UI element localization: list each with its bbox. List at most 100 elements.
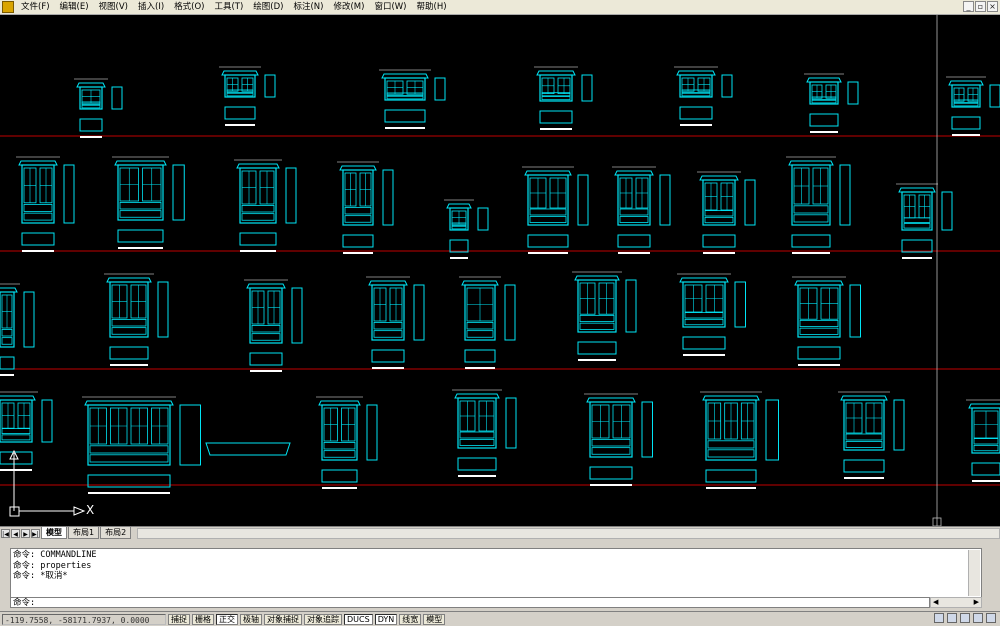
command-history-scrollbar[interactable]: [968, 550, 980, 596]
osnap-toggle[interactable]: 对象捕捉: [264, 613, 302, 625]
cabinet-linework: [21, 164, 55, 224]
cad-drawing-canvas[interactable]: [0, 15, 1000, 526]
menu-tools[interactable]: 工具(T): [209, 0, 248, 14]
cabinet-linework: [791, 234, 831, 248]
cabinet-linework: [23, 291, 35, 348]
cabinet-linework: [246, 283, 286, 289]
restore-button[interactable]: ▫: [975, 1, 986, 12]
cabinet-linework: [953, 102, 979, 107]
cabinet-linework: [625, 279, 637, 333]
menu-format[interactable]: 格式(O): [169, 0, 209, 14]
cabinet-linework: [172, 164, 185, 221]
cabinet-linework: [524, 170, 572, 176]
ducs-toggle[interactable]: DUCS: [344, 613, 373, 625]
menu-file[interactable]: 文件(F): [16, 0, 55, 14]
lineweight-toggle[interactable]: 线宽: [399, 613, 422, 625]
grid-toggle[interactable]: 栅格: [192, 613, 214, 625]
menu-help[interactable]: 帮助(H): [412, 0, 452, 14]
tab-layout1[interactable]: 布局1: [68, 527, 100, 539]
cabinet-linework: [81, 104, 101, 109]
cabinet-linework: [239, 167, 277, 224]
cabinet-linework: [0, 356, 15, 370]
cabinet-linework: [454, 393, 500, 399]
cabinet-linework: [157, 281, 169, 338]
cabinet-linework: [971, 462, 1000, 476]
autocad-app-icon[interactable]: [2, 1, 14, 13]
tab-layout2[interactable]: 布局2: [100, 527, 132, 539]
cabinet-linework: [109, 346, 149, 360]
cabinet-linework: [1, 428, 31, 434]
cabinet-linework: [581, 74, 593, 102]
cabinet-elevation: [838, 391, 905, 479]
menu-window[interactable]: 窗口(W): [369, 0, 411, 14]
snap-toggle[interactable]: 捕捉: [168, 613, 190, 625]
menu-dimension[interactable]: 标注(N): [288, 0, 328, 14]
cabinet-linework: [505, 397, 517, 449]
cabinet-linework: [765, 399, 779, 461]
menu-edit[interactable]: 编辑(E): [55, 0, 94, 14]
command-history-line: 命令: properties: [13, 560, 92, 571]
cabinet-linework: [791, 164, 831, 226]
cabinet-linework: [702, 234, 736, 248]
cabinet-linework: [797, 346, 841, 360]
cabinet-linework: [111, 318, 147, 327]
annotation-scale-icon[interactable]: [960, 613, 970, 623]
cabinet-linework: [249, 287, 283, 344]
cabinet-linework: [344, 215, 372, 223]
close-button[interactable]: ×: [987, 1, 998, 12]
cabinet-linework: [799, 327, 839, 335]
cabinet-elevation: [584, 393, 653, 486]
cabinet-linework: [382, 169, 394, 226]
menu-insert[interactable]: 插入(I): [133, 0, 169, 14]
command-input-scrollbar[interactable]: ◀ ▶: [930, 597, 982, 608]
cabinet-linework: [903, 223, 931, 229]
cabinet-linework: [114, 160, 167, 166]
cabinet-elevation: [896, 183, 953, 259]
menu-view[interactable]: 视图(V): [94, 0, 133, 14]
minimize-button[interactable]: _: [963, 1, 974, 12]
table-plan-outline: [205, 442, 291, 456]
lock-icon[interactable]: [947, 613, 957, 623]
otrack-toggle[interactable]: 对象追踪: [304, 613, 342, 625]
cabinet-linework: [682, 336, 726, 350]
cabinet-linework: [901, 191, 933, 231]
tab-prev-button[interactable]: ◀: [11, 528, 20, 538]
comm-center-icon[interactable]: [934, 613, 944, 623]
tab-last-button[interactable]: ▶|: [31, 528, 40, 538]
cabinet-linework: [451, 225, 467, 230]
tab-model[interactable]: 模型: [41, 527, 67, 539]
model-toggle[interactable]: 模型: [423, 613, 446, 625]
scroll-left-arrow-icon[interactable]: ◀: [933, 598, 938, 607]
cabinet-linework: [793, 214, 829, 223]
clean-screen-icon[interactable]: [986, 613, 996, 623]
menu-modify[interactable]: 修改(M): [328, 0, 369, 14]
cabinet-linework: [117, 164, 164, 221]
cabinet-linework: [466, 321, 494, 330]
cabinet-linework: [89, 445, 169, 454]
menu-draw[interactable]: 绘图(D): [248, 0, 288, 14]
horizontal-scrollbar[interactable]: [137, 527, 1000, 539]
polar-toggle[interactable]: 极轴: [240, 613, 262, 625]
scroll-right-arrow-icon[interactable]: ▶: [974, 598, 979, 607]
dyn-toggle[interactable]: DYN: [374, 613, 398, 625]
ortho-toggle[interactable]: 正交: [216, 613, 238, 625]
cabinet-linework: [0, 395, 36, 401]
cabinet-linework: [586, 397, 636, 403]
cabinet-linework: [323, 450, 356, 458]
cabinet-linework: [1, 328, 13, 337]
tab-next-button[interactable]: ▶: [21, 528, 30, 538]
command-input[interactable]: 命令:: [10, 597, 930, 608]
drawing-viewport[interactable]: X: [0, 15, 1000, 526]
cabinet-linework: [241, 213, 275, 221]
tab-first-button[interactable]: |◀: [1, 528, 10, 538]
workspace-icon[interactable]: [973, 613, 983, 623]
cabinet-linework: [1, 434, 31, 441]
cabinet-linework: [342, 169, 374, 226]
cabinet-elevation: [572, 271, 637, 361]
cabinet-elevation: [16, 156, 75, 252]
cabinet-linework: [384, 109, 426, 123]
cabinet-linework: [539, 74, 573, 102]
cabinet-linework: [466, 330, 494, 338]
cabinet-linework: [504, 284, 516, 341]
cabinet-linework: [903, 217, 931, 223]
